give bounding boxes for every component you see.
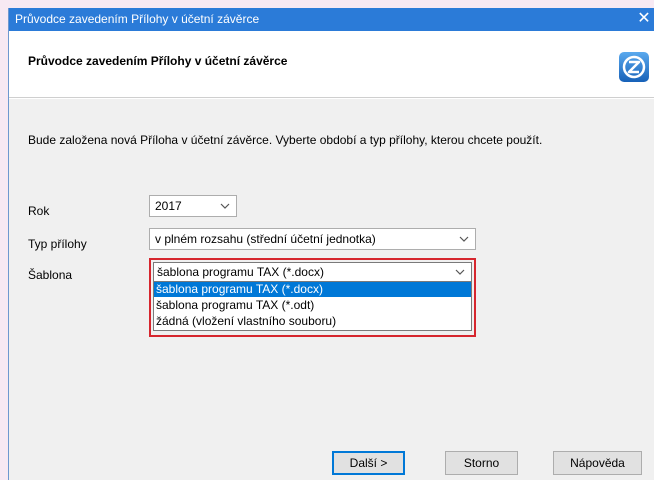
sablona-label: Šablona xyxy=(28,268,73,282)
window-title: Průvodce zavedením Přílohy v účetní závě… xyxy=(15,12,260,26)
sablona-dropdown-list: šablona programu TAX (*.docx) šablona pr… xyxy=(153,281,472,331)
sablona-value: šablona programu TAX (*.docx) xyxy=(157,265,324,279)
chevron-down-icon xyxy=(220,203,230,209)
rok-value: 2017 xyxy=(155,199,182,213)
page-title: Průvodce zavedením Přílohy v účetní závě… xyxy=(28,54,288,68)
help-button[interactable]: Nápověda xyxy=(553,451,642,475)
list-item[interactable]: šablona programu TAX (*.odt) xyxy=(154,298,471,313)
next-button[interactable]: Další > xyxy=(332,451,405,475)
title-bar: Průvodce zavedením Přílohy v účetní závě… xyxy=(9,8,654,31)
cancel-button[interactable]: Storno xyxy=(445,451,518,475)
list-item[interactable]: šablona programu TAX (*.docx) xyxy=(154,282,471,297)
wizard-window: Průvodce zavedením Přílohy v účetní závě… xyxy=(8,8,654,480)
wizard-header: Průvodce zavedením Přílohy v účetní závě… xyxy=(9,31,654,98)
wizard-body: Bude založena nová Příloha v účetní závě… xyxy=(9,99,654,480)
rok-label: Rok xyxy=(28,204,50,218)
sablona-select[interactable]: šablona programu TAX (*.docx) xyxy=(153,262,472,282)
typ-prilohy-value: v plném rozsahu (střední účetní jednotka… xyxy=(155,232,376,246)
chevron-down-icon xyxy=(455,269,465,275)
typ-prilohy-label: Typ přílohy xyxy=(28,237,87,251)
z-logo-icon xyxy=(619,52,649,82)
sablona-highlight-frame: šablona programu TAX (*.docx) šablona pr… xyxy=(149,258,476,337)
close-icon[interactable]: ✕ xyxy=(634,8,654,31)
list-item[interactable]: žádná (vložení vlastního souboru) xyxy=(154,314,471,329)
typ-prilohy-select[interactable]: v plném rozsahu (střední účetní jednotka… xyxy=(149,228,476,250)
chevron-down-icon xyxy=(459,236,469,242)
intro-text: Bude založena nová Příloha v účetní závě… xyxy=(28,133,543,147)
rok-select[interactable]: 2017 xyxy=(149,195,237,217)
